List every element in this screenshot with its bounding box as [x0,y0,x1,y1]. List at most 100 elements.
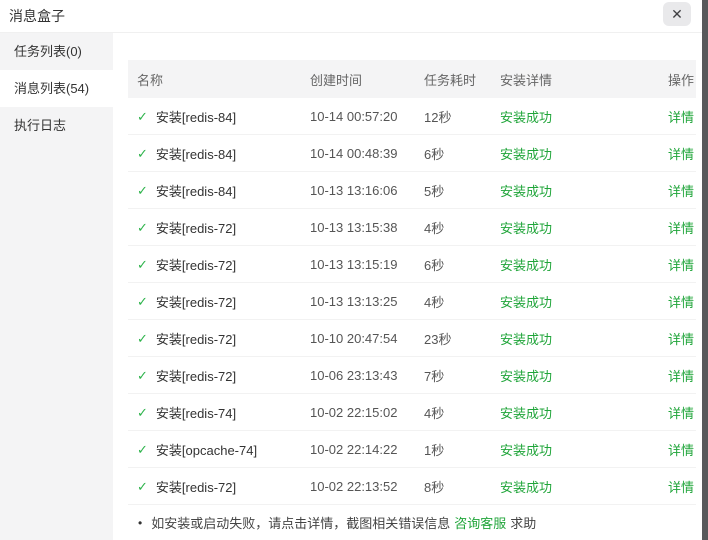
details-link[interactable]: 详情 [668,295,694,310]
action-cell: 详情 [640,218,696,237]
details-link[interactable]: 详情 [668,443,694,458]
table-row: ✓ 安装[redis-72] 10-06 23:13:43 7秒 安装成功 详情 [128,357,696,394]
table-row: ✓ 安装[opcache-74] 10-02 22:14:22 1秒 安装成功 … [128,431,696,468]
name-cell: ✓ 安装[redis-72] [128,218,310,237]
duration-cell: 4秒 [424,294,445,310]
created-cell: 10-10 20:47:54 [310,330,398,346]
message-list-panel: 名称 创建时间 任务耗时 安装详情 操作 ✓ 安装[redis-84] 10-1… [113,33,708,540]
task-name: 安装[redis-72] [155,294,237,310]
created-cell: 10-06 23:13:43 [310,367,398,383]
name-cell: ✓ 安装[opcache-74] [128,440,310,459]
status-cell: 安装成功 [500,292,640,311]
task-name: 安装[redis-84] [155,183,237,199]
table-header-detail: 安装详情 [500,72,553,88]
table-header-name: 名称 [137,72,164,88]
table-header: 名称 创建时间 任务耗时 安装详情 操作 [128,60,696,98]
table-header-action: 操作 [667,72,694,88]
details-link[interactable]: 详情 [668,369,694,384]
close-button[interactable]: ✕ [663,2,691,26]
details-link[interactable]: 详情 [668,147,694,162]
details-link[interactable]: 详情 [668,221,694,236]
status-cell: 安装成功 [500,403,640,422]
name-cell: ✓ 安装[redis-72] [128,477,310,496]
created-cell: 10-13 13:16:06 [310,182,398,198]
check-icon: ✓ [137,145,148,161]
status-text: 安装成功 [500,183,553,199]
sidebar-item-exec-log[interactable]: 执行日志 [0,107,113,144]
table-header-duration: 任务耗时 [424,72,477,88]
task-name: 安装[redis-84] [155,109,237,125]
status-text: 安装成功 [500,331,553,347]
task-name: 安装[redis-72] [155,257,237,273]
check-icon: ✓ [137,367,148,383]
check-icon: ✓ [137,478,148,494]
details-link[interactable]: 详情 [668,406,694,421]
footer-note-text: 如安装或启动失败，请点击详情，截图相关错误信息 [151,516,451,531]
duration-cell: 23秒 [424,331,452,347]
status-cell: 安装成功 [500,218,640,237]
contact-support-link[interactable]: 咨询客服 [454,513,506,532]
action-cell: 详情 [640,477,696,496]
action-cell: 详情 [640,144,696,163]
name-cell: ✓ 安装[redis-72] [128,292,310,311]
duration-cell: 4秒 [424,405,445,421]
bullet-icon: • [138,515,143,530]
status-text: 安装成功 [500,294,553,310]
action-cell: 详情 [640,181,696,200]
action-cell: 详情 [640,329,696,348]
action-cell: 详情 [640,255,696,274]
sidebar-item-task-list[interactable]: 任务列表(0) [0,33,113,70]
status-cell: 安装成功 [500,366,640,385]
details-link[interactable]: 详情 [668,480,694,495]
task-name: 安装[redis-84] [155,146,237,162]
check-icon: ✓ [137,330,148,346]
details-link[interactable]: 详情 [668,258,694,273]
close-icon: ✕ [671,6,683,22]
action-cell: 详情 [640,107,696,126]
action-cell: 详情 [640,440,696,459]
duration-cell: 6秒 [424,146,445,162]
name-cell: ✓ 安装[redis-72] [128,329,310,348]
status-text: 安装成功 [500,479,553,495]
check-icon: ✓ [137,404,148,420]
table-row: ✓ 安装[redis-72] 10-13 13:13:25 4秒 安装成功 详情 [128,283,696,320]
status-cell: 安装成功 [500,477,640,496]
details-link[interactable]: 详情 [668,110,694,125]
task-name: 安装[redis-74] [155,405,237,421]
status-text: 安装成功 [500,146,553,162]
dialog-titlebar: 消息盒子 ✕ [0,0,708,33]
created-cell: 10-13 13:13:25 [310,293,398,309]
check-icon: ✓ [137,219,148,235]
check-icon: ✓ [137,256,148,272]
task-name: 安装[redis-72] [155,220,237,236]
task-name: 安装[redis-72] [155,331,237,347]
details-link[interactable]: 详情 [668,332,694,347]
duration-cell: 12秒 [424,109,452,125]
table-header-created: 创建时间 [310,72,363,88]
table-row: ✓ 安装[redis-84] 10-14 00:48:39 6秒 安装成功 详情 [128,135,696,172]
status-cell: 安装成功 [500,181,640,200]
name-cell: ✓ 安装[redis-84] [128,107,310,126]
status-cell: 安装成功 [500,329,640,348]
sidebar-item-message-list[interactable]: 消息列表(54) [0,70,113,107]
footer-note-suffix: 求助 [510,516,537,531]
duration-cell: 1秒 [424,442,445,458]
page-background-edge [702,0,708,540]
table-row: ✓ 安装[redis-72] 10-13 13:15:19 6秒 安装成功 详情 [128,246,696,283]
task-name: 安装[opcache-74] [155,442,258,458]
table-row: ✓ 安装[redis-72] 10-13 13:15:38 4秒 安装成功 详情 [128,209,696,246]
status-text: 安装成功 [500,220,553,236]
status-cell: 安装成功 [500,107,640,126]
task-name: 安装[redis-72] [155,479,237,495]
check-icon: ✓ [137,293,148,309]
table-row: ✓ 安装[redis-72] 10-10 20:47:54 23秒 安装成功 详… [128,320,696,357]
duration-cell: 5秒 [424,183,445,199]
status-text: 安装成功 [500,442,553,458]
details-link[interactable]: 详情 [668,184,694,199]
duration-cell: 4秒 [424,220,445,236]
duration-cell: 8秒 [424,479,445,495]
created-cell: 10-14 00:48:39 [310,145,398,161]
created-cell: 10-02 22:14:22 [310,441,398,457]
action-cell: 详情 [640,403,696,422]
created-cell: 10-13 13:15:38 [310,219,398,235]
